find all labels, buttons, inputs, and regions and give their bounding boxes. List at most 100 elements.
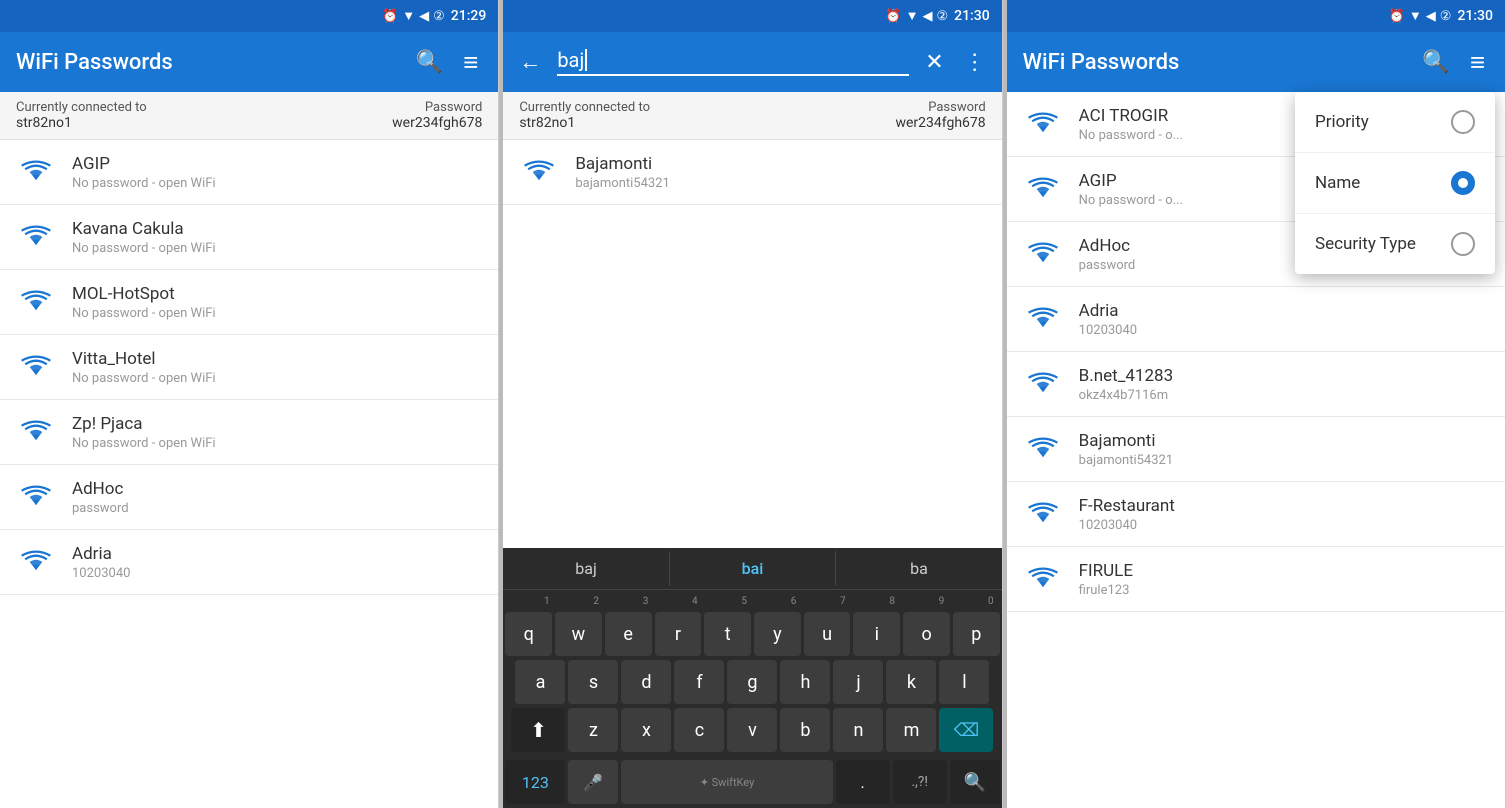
filter-icon-1[interactable]: ≡ (459, 43, 482, 82)
wifi-info: B.net_41283 okz4x4b7116m (1079, 366, 1489, 403)
more-icon[interactable]: ⋮ (960, 46, 990, 79)
key-e[interactable]: e (605, 612, 652, 656)
battery-icon: ② (1440, 9, 1452, 24)
sort-option-security-type[interactable]: Security Type (1295, 214, 1495, 274)
key-y[interactable]: y (754, 612, 801, 656)
key-shift[interactable]: ⬆ (511, 708, 565, 752)
filter-icon-3[interactable]: ≡ (1466, 43, 1489, 82)
wifi-signal-icon (16, 347, 56, 387)
suggestion-2[interactable]: bai (670, 551, 836, 586)
key-b[interactable]: b (780, 708, 830, 752)
key-r[interactable]: r (655, 612, 702, 656)
key-g[interactable]: g (727, 660, 777, 704)
key-a[interactable]: a (515, 660, 565, 704)
num-hint-5: 5 (741, 596, 747, 607)
search-icon-3[interactable]: 🔍 (1418, 46, 1453, 79)
num-hint-4: 4 (692, 596, 698, 607)
key-backspace[interactable]: ⌫ (939, 708, 993, 752)
wifi-detail: okz4x4b7116m (1079, 388, 1489, 403)
list-item[interactable]: Adria 10203040 (0, 530, 498, 595)
kb-bottom-row: 123 🎤 ✦ SwiftKey . .,?! 🔍 (503, 760, 1001, 808)
wifi-signal-icon (16, 282, 56, 322)
connected-ssid-1: str82no1 (16, 115, 147, 131)
wifi-name: Kavana Cakula (72, 219, 482, 239)
key-n[interactable]: n (833, 708, 883, 752)
clear-icon[interactable]: ✕ (921, 46, 947, 79)
list-item[interactable]: Adria 10203040 (1007, 287, 1505, 352)
key-z[interactable]: z (568, 708, 618, 752)
wifi-name: Adria (1079, 301, 1489, 321)
key-o[interactable]: o (903, 612, 950, 656)
key-f[interactable]: f (674, 660, 724, 704)
key-period[interactable]: . (836, 760, 890, 804)
key-l[interactable]: l (939, 660, 989, 704)
key-p[interactable]: p (953, 612, 1000, 656)
key-s[interactable]: s (568, 660, 618, 704)
wifi-detail: No password - open WiFi (72, 241, 482, 256)
sort-option-name[interactable]: Name (1295, 153, 1495, 214)
list-item[interactable]: Kavana Cakula No password - open WiFi (0, 205, 498, 270)
list-item[interactable]: AdHoc password (0, 465, 498, 530)
key-h[interactable]: h (780, 660, 830, 704)
password-value-2: wer234fgh678 (895, 115, 985, 131)
list-item[interactable]: Vitta_Hotel No password - open WiFi (0, 335, 498, 400)
list-item[interactable]: MOL-HotSpot No password - open WiFi (0, 270, 498, 335)
wifi-detail: No password - open WiFi (72, 371, 482, 386)
app-bar-1: WiFi Passwords 🔍 ≡ (0, 32, 498, 92)
list-item[interactable]: AGIP No password - open WiFi (0, 140, 498, 205)
sort-label-security-type: Security Type (1315, 234, 1416, 254)
wifi-status-icon: ▼ (1409, 8, 1422, 24)
panel-1: ⏰ ▼ ◀ ② 21:29 WiFi Passwords 🔍 ≡ Current… (0, 0, 499, 808)
num-hint-8: 8 (889, 596, 895, 607)
wifi-detail: 10203040 (1079, 518, 1489, 533)
list-item[interactable]: Zp! Pjaca No password - open WiFi (0, 400, 498, 465)
wifi-signal-icon (1023, 429, 1063, 469)
key-mic[interactable]: 🎤 (568, 760, 618, 804)
wifi-info: AGIP No password - open WiFi (72, 154, 482, 191)
key-space[interactable]: ✦ SwiftKey (621, 760, 832, 804)
key-j[interactable]: j (833, 660, 883, 704)
num-hint-1: 1 (544, 596, 550, 607)
key-k[interactable]: k (886, 660, 936, 704)
key-q[interactable]: q (505, 612, 552, 656)
suggestion-1[interactable]: baj (503, 551, 669, 586)
list-item[interactable]: FIRULE firule123 (1007, 547, 1505, 612)
wifi-signal-icon (16, 477, 56, 517)
signal-icon: ◀ (419, 9, 429, 24)
list-item[interactable]: F-Restaurant 10203040 (1007, 482, 1505, 547)
list-item[interactable]: Bajamonti bajamonti54321 (1007, 417, 1505, 482)
key-i[interactable]: i (853, 612, 900, 656)
key-w[interactable]: w (555, 612, 602, 656)
key-123[interactable]: 123 (505, 760, 565, 804)
key-t[interactable]: t (704, 612, 751, 656)
wifi-detail: password (72, 501, 482, 516)
wifi-name: MOL-HotSpot (72, 284, 482, 304)
wifi-name: FIRULE (1079, 561, 1489, 581)
wifi-info: FIRULE firule123 (1079, 561, 1489, 598)
wifi-info: MOL-HotSpot No password - open WiFi (72, 284, 482, 321)
search-cursor (585, 49, 587, 71)
list-item[interactable]: Bajamonti bajamonti54321 (503, 140, 1001, 205)
suggestion-3[interactable]: ba (836, 551, 1001, 586)
wifi-info: Kavana Cakula No password - open WiFi (72, 219, 482, 256)
key-d[interactable]: d (621, 660, 671, 704)
key-m[interactable]: m (886, 708, 936, 752)
key-search[interactable]: 🔍 (950, 760, 1000, 804)
search-input-area[interactable]: baj (557, 48, 909, 76)
num-hint-0: 0 (988, 596, 994, 607)
sort-option-priority[interactable]: Priority (1295, 92, 1495, 153)
wifi-name: AdHoc (72, 479, 482, 499)
key-v[interactable]: v (727, 708, 777, 752)
key-punct[interactable]: .,?! (893, 760, 947, 804)
key-x[interactable]: x (621, 708, 671, 752)
app-bar-3: WiFi Passwords 🔍 ≡ (1007, 32, 1505, 92)
wifi-signal-icon (519, 152, 559, 192)
key-u[interactable]: u (804, 612, 851, 656)
wifi-name: F-Restaurant (1079, 496, 1489, 516)
wifi-detail: No password - open WiFi (72, 306, 482, 321)
list-item[interactable]: B.net_41283 okz4x4b7116m (1007, 352, 1505, 417)
search-icon-1[interactable]: 🔍 (412, 46, 447, 79)
key-c[interactable]: c (674, 708, 724, 752)
back-icon[interactable]: ← (515, 45, 545, 79)
wifi-name: Bajamonti (1079, 431, 1489, 451)
